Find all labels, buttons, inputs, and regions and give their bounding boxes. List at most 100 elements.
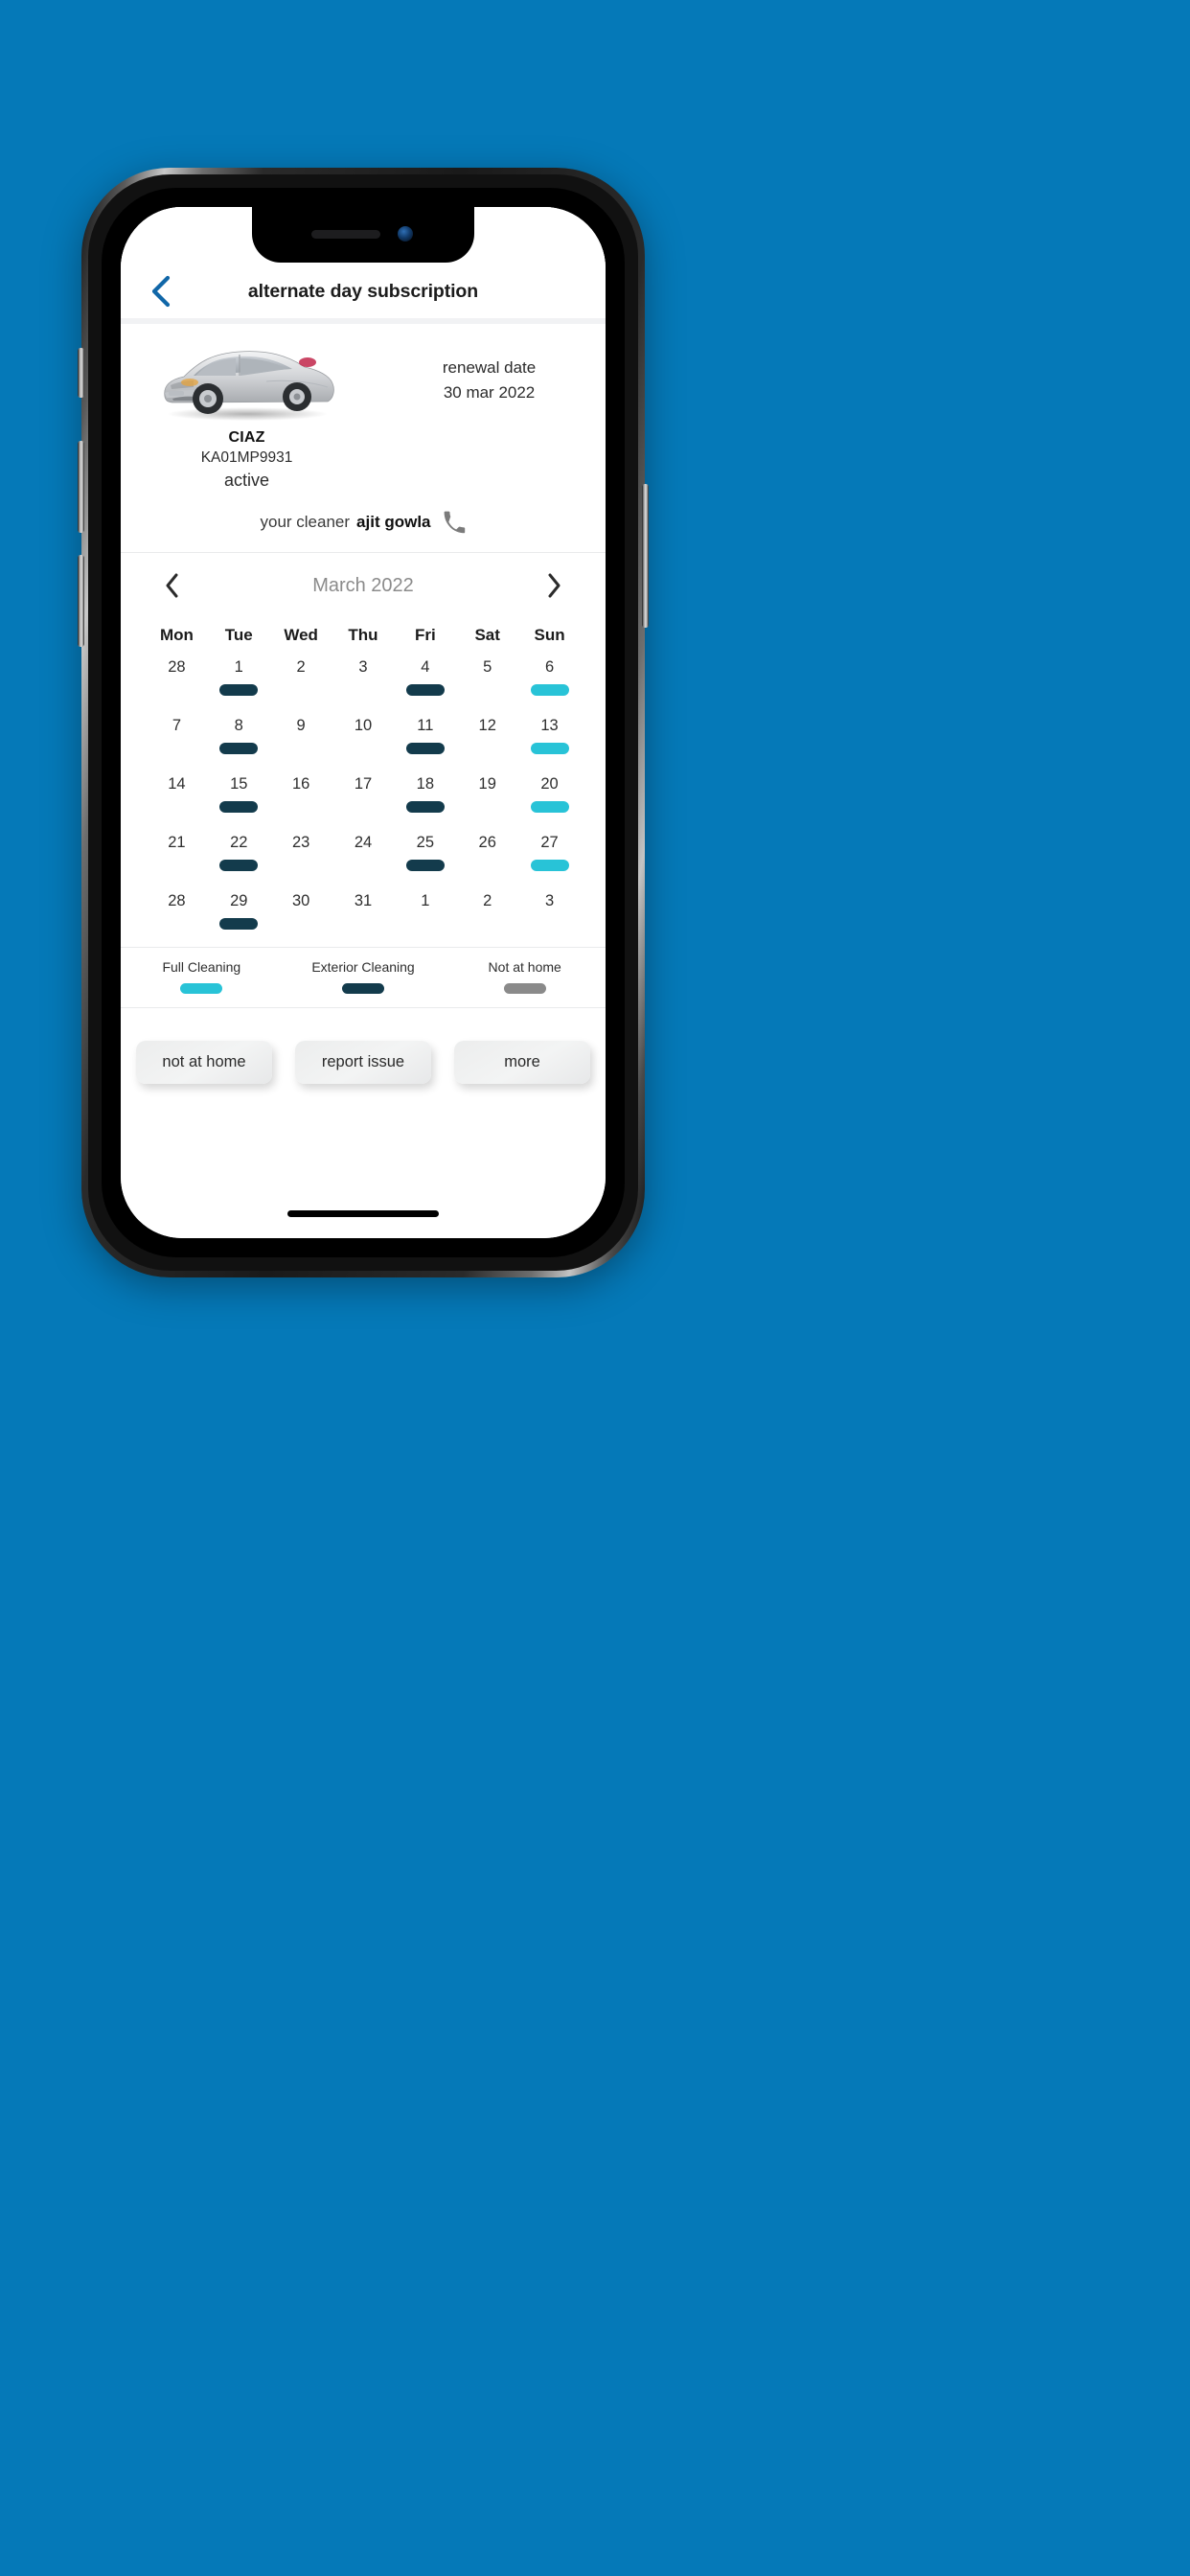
calendar-day-cell[interactable]: 1 [394,888,456,947]
calendar-day-cell[interactable]: 28 [146,888,208,947]
calendar-day-cell[interactable]: 2 [456,888,518,947]
calendar-day-marker-exterior [405,859,445,871]
calendar-day-cell[interactable]: 26 [456,830,518,888]
calendar-day-cell[interactable]: 5 [456,655,518,713]
volume-down-button[interactable] [78,555,84,647]
calendar-month-label: March 2022 [312,574,414,596]
calendar-day-cell[interactable]: 9 [270,713,332,771]
calendar-day-marker-exterior [405,683,445,696]
calendar-day-cell[interactable]: 21 [146,830,208,888]
calendar-weekday-sat: Sat [474,626,500,644]
calendar-day-cell[interactable]: 24 [332,830,395,888]
calendar-day-grid: 28 1 2 3 4 5 6 7 8 9 10 11 12 13 14 15 16 17 18 19 20 21 22 23 2… [146,655,581,947]
home-indicator[interactable] [287,1210,439,1217]
front-camera-icon [398,226,413,242]
phone-notch [252,207,474,263]
calendar-day-cell[interactable]: 14 [146,771,208,830]
calendar-day-marker-empty [469,684,507,696]
calendar-day-marker-full [530,859,569,871]
calendar-day-cell[interactable]: 1 [208,655,270,713]
calendar-day-number: 28 [168,892,186,909]
calendar-day-number: 23 [291,834,310,851]
calendar-day-number: 9 [296,717,306,734]
legend-label: Not at home [488,959,561,975]
volume-up-button[interactable] [78,441,84,533]
calendar-day-cell[interactable]: 7 [146,713,208,771]
calendar-weekday-row: Mon Tue Wed Thu Fri Sat Sun [146,614,581,655]
calendar-day-cell[interactable]: 28 [146,655,208,713]
calendar-day-cell[interactable]: 18 [394,771,456,830]
calendar-day-marker-empty [344,860,382,871]
calendar-day-number: 17 [354,775,373,793]
calendar-day-number: 2 [296,658,306,676]
subscription-status-badge: active [224,471,270,490]
report-issue-button[interactable]: report issue [295,1041,431,1084]
calendar-day-number: 26 [478,834,496,851]
calendar-day-cell[interactable]: 11 [394,713,456,771]
calendar-next-month-button[interactable] [535,566,573,605]
calendar-day-cell[interactable]: 19 [456,771,518,830]
calendar-day-marker-full [530,800,569,813]
phone-frame: alternate day subscription CIAZ KA01MP99… [78,168,649,1277]
chevron-left-icon [166,573,178,598]
phone-icon[interactable] [442,510,467,535]
calendar-day-cell[interactable]: 23 [270,830,332,888]
renewal-date-value: 30 mar 2022 [443,383,536,402]
legend-label: Full Cleaning [162,959,241,975]
calendar-day-cell[interactable]: 30 [270,888,332,947]
calendar-day-cell[interactable]: 16 [270,771,332,830]
calendar-day-cell[interactable]: 13 [518,713,581,771]
calendar-day-cell[interactable]: 12 [456,713,518,771]
calendar-day-marker-empty [282,684,320,696]
calendar-day-cell[interactable]: 31 [332,888,395,947]
calendar-prev-month-button[interactable] [153,566,192,605]
calendar-day-cell[interactable]: 17 [332,771,395,830]
calendar-day-marker-empty [157,860,195,871]
more-button[interactable]: more [454,1041,590,1084]
calendar-day-marker-empty [282,743,320,754]
calendar-weekday-mon: Mon [159,626,194,644]
calendar-day-cell[interactable]: 3 [518,888,581,947]
earpiece-speaker-icon [311,230,380,239]
calendar-weekday-fri: Fri [414,626,436,644]
calendar-day-number: 10 [354,717,373,734]
calendar-day-cell[interactable]: 2 [270,655,332,713]
chevron-right-icon [548,573,561,598]
phone-bezel: alternate day subscription CIAZ KA01MP99… [102,188,625,1257]
calendar-day-cell[interactable]: 22 [208,830,270,888]
calendar-day-cell[interactable]: 10 [332,713,395,771]
calendar-day-marker-full [530,683,569,696]
page-title: alternate day subscription [247,281,479,302]
calendar-day-cell[interactable]: 3 [332,655,395,713]
calendar-day-cell[interactable]: 25 [394,830,456,888]
calendar-day-marker-full [530,742,569,754]
calendar-day-number: 31 [354,892,373,909]
calendar-day-marker-empty [344,684,382,696]
calendar-day-cell[interactable]: 6 [518,655,581,713]
calendar-day-cell[interactable]: 29 [208,888,270,947]
legend-color-swatch [342,983,384,994]
calendar-day-cell[interactable]: 27 [518,830,581,888]
calendar-day-marker-empty [344,918,382,930]
calendar-day-number: 29 [230,892,248,909]
renewal-date-label: renewal date [442,358,537,377]
calendar-day-number: 5 [483,658,492,676]
calendar-day-marker-empty [469,860,507,871]
car-image [163,351,334,421]
back-button[interactable] [142,272,180,310]
calendar-day-number: 3 [358,658,368,676]
calendar-day-cell[interactable]: 20 [518,771,581,830]
calendar-day-cell[interactable]: 8 [208,713,270,771]
calendar: March 2022 Mon Tue Wed Thu Fri Sat Sun 28 1 2 3 4 5… [121,553,606,947]
phone-screen: alternate day subscription CIAZ KA01MP99… [121,207,606,1238]
power-button[interactable] [642,484,649,628]
legend-item: Not at home [444,959,606,994]
calendar-day-number: 24 [354,834,373,851]
calendar-day-number: 30 [291,892,310,909]
mute-switch-button[interactable] [78,348,84,398]
not-at-home-button[interactable]: not at home [136,1041,272,1084]
chevron-left-icon [151,275,171,308]
calendar-day-cell[interactable]: 15 [208,771,270,830]
calendar-day-cell[interactable]: 4 [394,655,456,713]
phone-mid-frame: alternate day subscription CIAZ KA01MP99… [88,174,638,1271]
